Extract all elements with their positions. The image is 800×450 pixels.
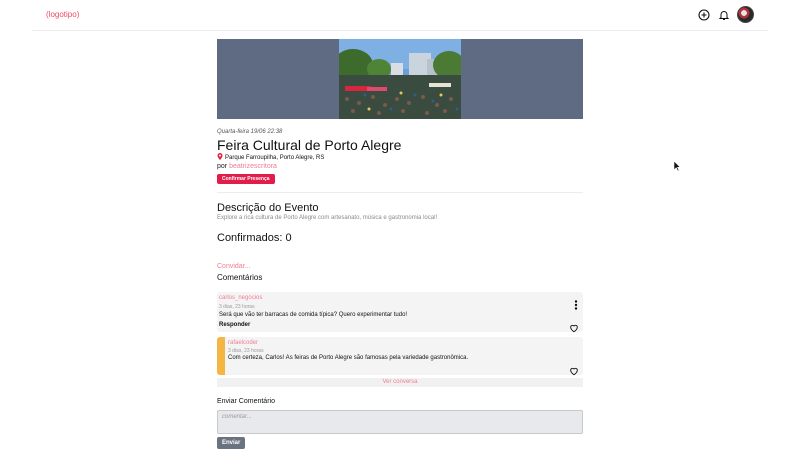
event-author: por beatrizescritora [217, 163, 277, 170]
comment-reply-item: rafaelcoder 3 dias, 23 horas Com certeza… [217, 337, 583, 376]
comment-time: 3 dias, 23 horas [228, 348, 264, 354]
description-heading: Descrição do Evento [217, 202, 319, 214]
author-prefix: por [217, 163, 228, 170]
send-comment-heading: Enviar Comentário [217, 398, 275, 405]
bell-icon[interactable] [717, 8, 731, 22]
top-icons [697, 6, 754, 23]
comment-user[interactable]: rafaelcoder [228, 340, 258, 346]
event-photo [339, 39, 461, 119]
mouse-cursor-icon [673, 160, 681, 172]
description-text: Explore a rica cultura de Porto Alegre c… [217, 215, 438, 221]
comment-input[interactable] [217, 410, 583, 434]
event-location: Parque Farroupilha, Porto Alegre, RS [217, 153, 324, 162]
comment-text: Será que vão ter barracas de comida típi… [219, 312, 408, 318]
heart-icon[interactable] [569, 363, 579, 376]
heart-icon[interactable] [569, 320, 579, 333]
more-options-icon[interactable] [574, 297, 578, 310]
comment-item: carlos_negocios 3 dias, 23 horas Será qu… [217, 292, 583, 333]
pin-icon [217, 153, 223, 162]
send-button[interactable]: Enviar [217, 437, 246, 449]
invite-link[interactable]: Convidar... [217, 263, 250, 270]
comment-time: 3 dias, 23 horas [219, 304, 255, 310]
comment-text: Com certeza, Carlos! As feiras de Porto … [228, 355, 469, 361]
avatar[interactable] [737, 6, 754, 23]
confirmed-count: Confirmados: 0 [217, 232, 292, 244]
add-circle-icon[interactable] [697, 8, 711, 22]
navbar-divider [32, 30, 768, 31]
divider [217, 192, 583, 193]
confirm-presence-button[interactable]: Confirmar Presença [217, 174, 275, 184]
event-banner [217, 39, 583, 119]
comment-user[interactable]: carlos_negocios [219, 295, 262, 301]
see-conversation-button[interactable]: Ver conversa [217, 378, 583, 387]
reply-indicator-bar [217, 337, 225, 375]
comments-heading: Comentários [217, 273, 263, 282]
event-title: Feira Cultural de Porto Alegre [217, 137, 402, 153]
location-text: Parque Farroupilha, Porto Alegre, RS [225, 154, 325, 161]
reply-button[interactable]: Responder [219, 322, 250, 328]
event-date: Quarta-feira 19/06 22:38 [217, 129, 283, 135]
logo[interactable]: (logotipo) [46, 10, 79, 19]
event-page: Quarta-feira 19/06 22:38 Feira Cultural … [217, 39, 583, 449]
top-navbar: (logotipo) [0, 0, 800, 30]
author-link[interactable]: beatrizescritora [229, 163, 277, 170]
